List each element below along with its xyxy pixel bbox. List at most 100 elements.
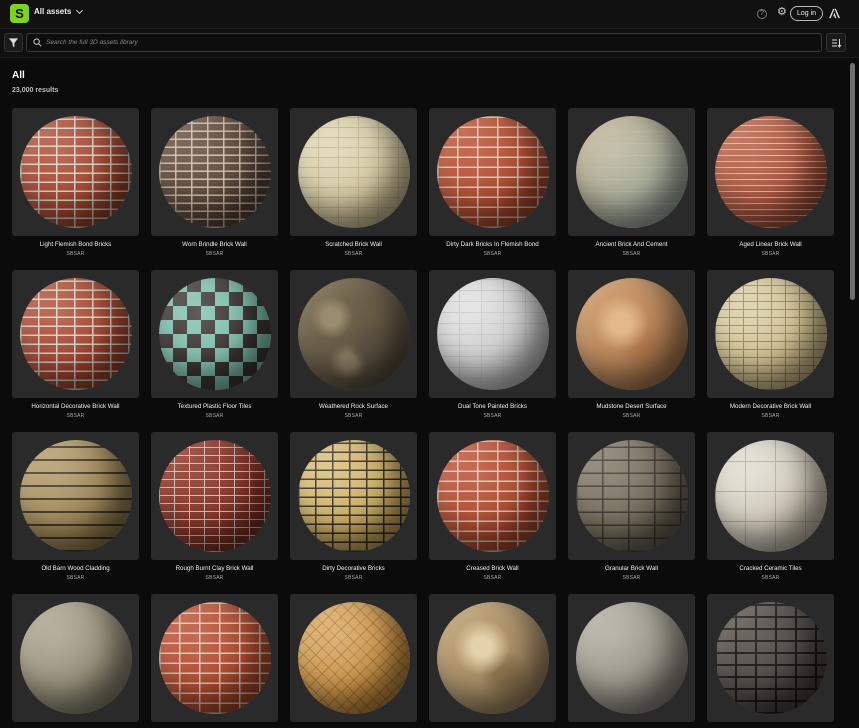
asset-author: SBSAR	[761, 413, 780, 419]
asset-card[interactable]: Worn Brindle Brick Wall SBSAR	[151, 108, 278, 270]
page-title: All	[12, 70, 25, 81]
asset-thumbnail	[151, 270, 278, 398]
asset-card[interactable]	[429, 594, 556, 728]
asset-thumbnail	[568, 270, 695, 398]
asset-title: Scratched Brick Wall	[325, 241, 382, 248]
asset-card[interactable]	[12, 594, 139, 728]
asset-author: SBSAR	[483, 413, 502, 419]
material-sphere	[297, 278, 410, 390]
material-sphere	[19, 116, 132, 228]
asset-author: SBSAR	[483, 575, 502, 581]
material-sphere	[575, 440, 688, 552]
asset-card[interactable]: Aged Linear Brick Wall SBSAR	[707, 108, 834, 270]
assets-menu-label: All assets	[34, 7, 72, 16]
asset-thumbnail	[707, 108, 834, 236]
asset-card[interactable]: Horizontal Decorative Brick Wall SBSAR	[12, 270, 139, 432]
asset-thumbnail	[707, 432, 834, 560]
material-sphere	[575, 602, 688, 714]
asset-card[interactable]: Rough Burnt Clay Brick Wall SBSAR	[151, 432, 278, 594]
asset-thumbnail	[12, 270, 139, 398]
help-icon[interactable]: ?	[757, 9, 767, 19]
asset-card[interactable]	[707, 594, 834, 728]
asset-card[interactable]	[290, 594, 417, 728]
search-bar-row	[0, 29, 859, 58]
asset-card[interactable]: Dirty Dark Bricks In Flemish Bond SBSAR	[429, 108, 556, 270]
asset-title: Ancient Brick And Cement	[595, 241, 668, 248]
asset-author: SBSAR	[344, 413, 363, 419]
material-sphere	[19, 602, 132, 714]
chevron-down-icon	[76, 6, 84, 14]
asset-author: SBSAR	[66, 575, 85, 581]
asset-author: SBSAR	[483, 251, 502, 257]
asset-title: Old Barn Wood Cladding	[41, 565, 110, 572]
asset-thumbnail	[290, 594, 417, 722]
asset-thumbnail	[429, 432, 556, 560]
material-sphere	[436, 602, 549, 714]
material-sphere	[297, 602, 410, 714]
asset-thumbnail	[429, 108, 556, 236]
asset-title: Mudstone Desert Surface	[596, 403, 667, 410]
asset-thumbnail	[290, 270, 417, 398]
asset-title: Cracked Ceramic Tiles	[739, 565, 802, 572]
filter-button[interactable]	[4, 33, 23, 52]
material-sphere	[158, 602, 271, 714]
asset-card[interactable]: Weathered Rock Surface SBSAR	[290, 270, 417, 432]
top-bar: S All assets ? ⚙ Log in	[0, 0, 859, 29]
material-sphere	[436, 440, 549, 552]
asset-card[interactable]: Dirty Decorative Bricks SBSAR	[290, 432, 417, 594]
asset-card[interactable]: Creased Brick Wall SBSAR	[429, 432, 556, 594]
asset-card[interactable]: Ancient Brick And Cement SBSAR	[568, 108, 695, 270]
assets-menu-dropdown[interactable]: All assets	[34, 6, 84, 16]
asset-author: SBSAR	[66, 251, 85, 257]
material-sphere	[436, 278, 549, 390]
asset-title: Dual Tone Painted Bricks	[457, 403, 527, 410]
asset-card[interactable]: Modern Decorative Brick Wall SBSAR	[707, 270, 834, 432]
asset-thumbnail	[151, 432, 278, 560]
asset-card[interactable]: Textured Plastic Floor Tiles SBSAR	[151, 270, 278, 432]
asset-card[interactable]	[568, 594, 695, 728]
sort-button[interactable]	[826, 33, 846, 52]
asset-card[interactable]: Cracked Ceramic Tiles SBSAR	[707, 432, 834, 594]
asset-thumbnail	[707, 270, 834, 398]
material-sphere	[19, 278, 132, 390]
search-input[interactable]	[46, 35, 806, 50]
asset-card[interactable]: Scratched Brick Wall SBSAR	[290, 108, 417, 270]
logo-letter: S	[15, 6, 24, 21]
asset-author: SBSAR	[761, 251, 780, 257]
material-sphere	[297, 440, 410, 552]
asset-title: Granular Brick Wall	[604, 565, 659, 572]
asset-card[interactable]: Dual Tone Painted Bricks SBSAR	[429, 270, 556, 432]
scrollbar-thumb[interactable]	[850, 63, 855, 300]
asset-title: Aged Linear Brick Wall	[739, 241, 802, 248]
asset-author: SBSAR	[622, 251, 641, 257]
scrollbar[interactable]	[850, 59, 855, 728]
material-sphere	[714, 440, 827, 552]
asset-card[interactable]	[151, 594, 278, 728]
asset-author: SBSAR	[205, 575, 224, 581]
adobe-icon[interactable]	[829, 8, 840, 19]
search-icon	[33, 38, 42, 47]
search-box[interactable]	[26, 33, 822, 52]
asset-title: Light Flemish Bond Bricks	[39, 241, 112, 248]
filter-icon	[8, 38, 19, 48]
asset-thumbnail	[290, 108, 417, 236]
asset-thumbnail	[290, 432, 417, 560]
asset-card[interactable]: Granular Brick Wall SBSAR	[568, 432, 695, 594]
gear-icon[interactable]: ⚙	[777, 7, 787, 18]
asset-thumbnail	[12, 594, 139, 722]
asset-thumbnail	[568, 432, 695, 560]
asset-author: SBSAR	[205, 251, 224, 257]
asset-card[interactable]: Light Flemish Bond Bricks SBSAR	[12, 108, 139, 270]
asset-grid: Light Flemish Bond Bricks SBSAR Worn Brin…	[12, 108, 838, 728]
login-button[interactable]: Log in	[790, 6, 823, 21]
material-sphere	[19, 440, 132, 552]
asset-author: SBSAR	[205, 413, 224, 419]
asset-author: SBSAR	[344, 575, 363, 581]
substance-logo[interactable]: S	[10, 4, 29, 23]
asset-title: Rough Burnt Clay Brick Wall	[175, 565, 254, 572]
material-sphere	[158, 440, 271, 552]
asset-card[interactable]: Old Barn Wood Cladding SBSAR	[12, 432, 139, 594]
material-sphere	[158, 116, 271, 228]
material-sphere	[575, 116, 688, 228]
asset-card[interactable]: Mudstone Desert Surface SBSAR	[568, 270, 695, 432]
